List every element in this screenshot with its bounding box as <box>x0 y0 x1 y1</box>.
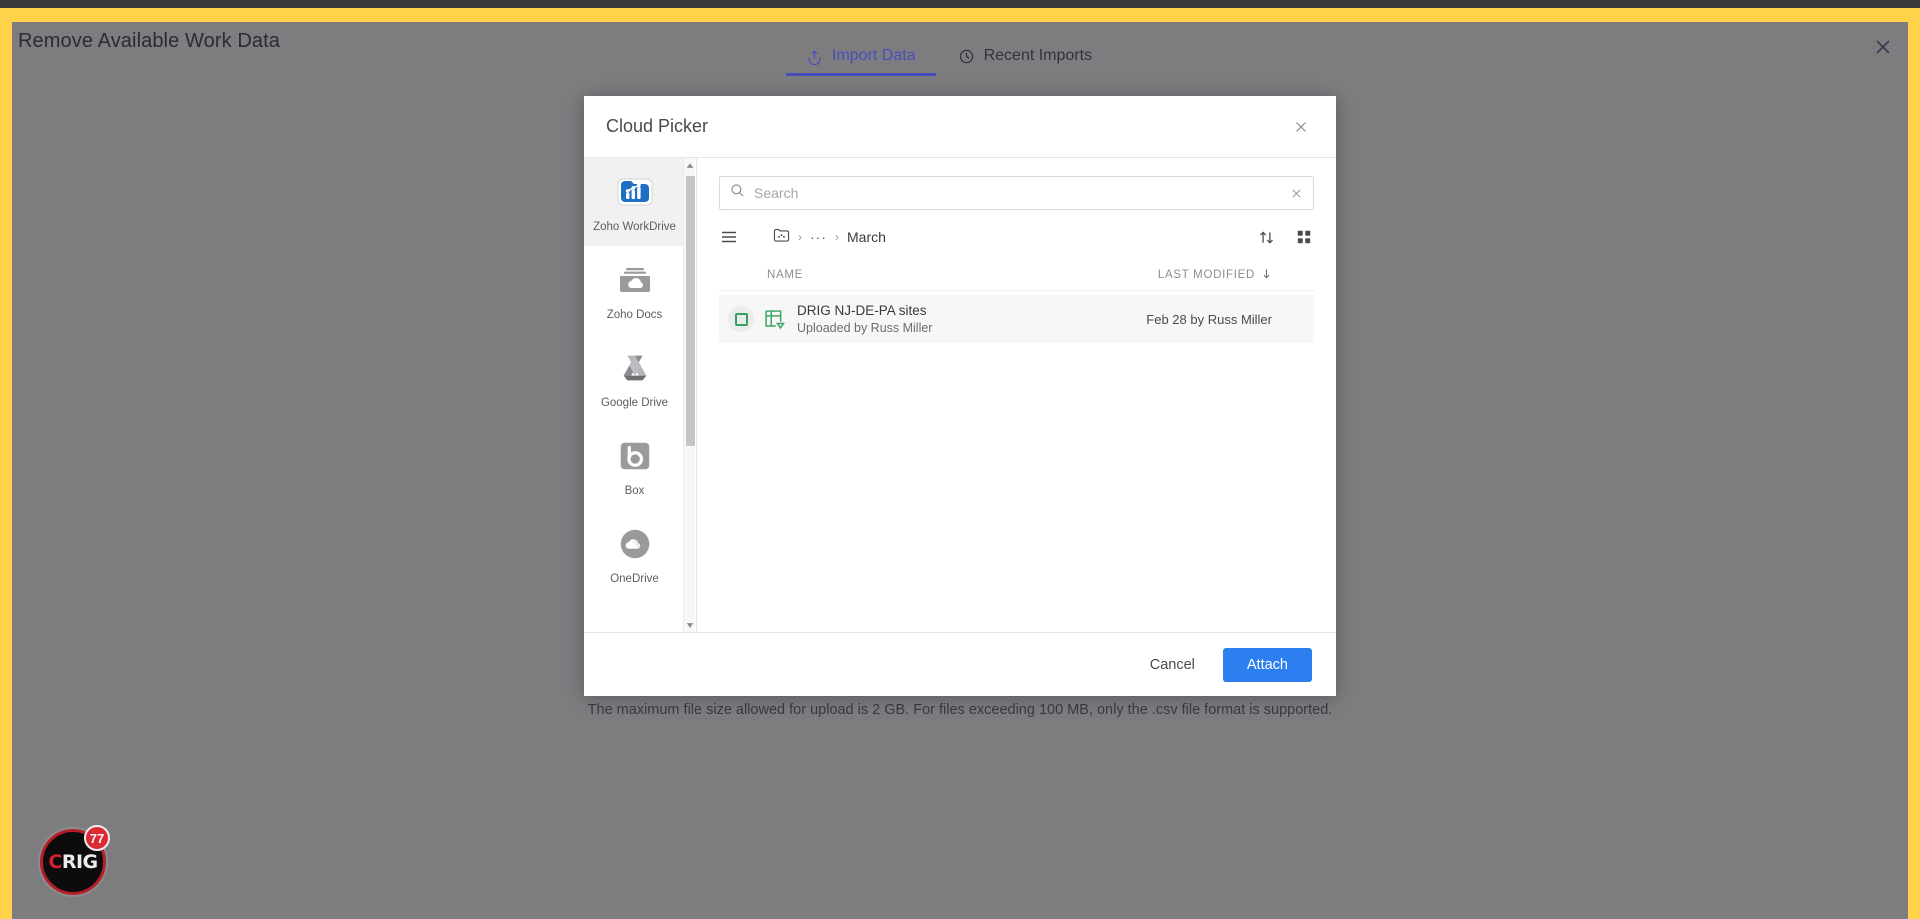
search-bar[interactable] <box>719 176 1314 210</box>
app-window: Remove Available Work Data Import Data R… <box>12 22 1908 919</box>
sidebar-item-zoho-docs[interactable]: Zoho Docs <box>584 246 685 334</box>
scrollbar-thumb[interactable] <box>686 176 695 446</box>
google-drive-icon <box>614 347 656 389</box>
cloud-picker-dialog: Cloud Picker Zoho WorkDrive Zoho Docs Go… <box>584 96 1336 696</box>
dialog-title: Cloud Picker <box>606 116 709 136</box>
file-name: DRIG NJ-DE-PA sites <box>797 303 927 318</box>
sidebar-item-google-drive-label: Google Drive <box>600 397 669 409</box>
file-select-checkbox[interactable] <box>719 306 763 332</box>
search-input[interactable] <box>754 185 1281 201</box>
cloud-service-list: Zoho WorkDrive Zoho Docs Google Drive Bo… <box>584 158 685 632</box>
sidebar-item-box[interactable]: Box <box>584 422 685 510</box>
breadcrumb-ellipsis[interactable]: ··· <box>810 229 827 245</box>
spreadsheet-icon <box>763 308 797 331</box>
breadcrumb-separator-2: › <box>835 230 839 244</box>
dialog-close-button[interactable] <box>1288 114 1314 140</box>
sidebar-scrollbar[interactable] <box>683 158 695 632</box>
column-header-last-modified[interactable]: LAST MODIFIED <box>1158 268 1272 282</box>
grid-view-icon[interactable] <box>1294 227 1314 247</box>
file-last-modified: Feb 28 by Russ Miller <box>1146 311 1272 327</box>
sort-icon[interactable] <box>1256 227 1276 247</box>
cloud-service-sidebar: Zoho WorkDrive Zoho Docs Google Drive Bo… <box>584 158 697 632</box>
clear-icon[interactable] <box>1290 187 1303 200</box>
modal-overlay: Cloud Picker Zoho WorkDrive Zoho Docs Go… <box>12 22 1908 919</box>
sidebar-item-google-drive[interactable]: Google Drive <box>584 334 685 422</box>
box-icon <box>614 435 656 477</box>
breadcrumb: › ··· › March <box>773 228 886 246</box>
file-browser-panel: › ··· › March <box>697 158 1336 632</box>
zoho-docs-icon <box>614 259 656 301</box>
table-row[interactable]: DRIG NJ-DE-PA sites Uploaded by Russ Mil… <box>719 295 1314 343</box>
zoho-workdrive-icon <box>614 171 656 213</box>
sidebar-item-zoho-workdrive-label: Zoho WorkDrive <box>593 221 676 233</box>
sidebar-item-zoho-workdrive[interactable]: Zoho WorkDrive <box>584 158 685 246</box>
column-header-name[interactable]: NAME <box>767 269 803 281</box>
scroll-down-arrow-icon[interactable] <box>684 618 696 632</box>
column-header-last-modified-label: LAST MODIFIED <box>1157 268 1255 281</box>
attach-button[interactable]: Attach <box>1222 647 1312 682</box>
arrow-down-icon <box>1261 268 1272 282</box>
file-uploader: Uploaded by Russ Miller <box>797 321 933 335</box>
sidebar-item-onedrive[interactable]: OneDrive <box>584 510 685 598</box>
sidebar-item-zoho-docs-label: Zoho Docs <box>606 309 663 321</box>
onedrive-icon <box>614 523 656 565</box>
sidebar-item-onedrive-label: OneDrive <box>610 573 659 585</box>
hamburger-icon[interactable] <box>719 227 739 247</box>
breadcrumb-separator-1: › <box>798 230 802 244</box>
checkbox-box <box>734 312 748 326</box>
breadcrumb-toolbar: › ··· › March <box>719 215 1314 259</box>
workdrive-folder-icon[interactable] <box>773 228 790 246</box>
screen: Remove Available Work Data Import Data R… <box>0 0 1920 919</box>
dialog-header: Cloud Picker <box>584 96 1336 158</box>
breadcrumb-current[interactable]: March <box>847 229 886 245</box>
file-list: DRIG NJ-DE-PA sites Uploaded by Russ Mil… <box>719 291 1314 632</box>
sidebar-item-box-label: Box <box>624 485 645 497</box>
search-icon <box>730 183 745 203</box>
file-list-header: NAME LAST MODIFIED <box>719 259 1314 291</box>
scroll-up-arrow-icon[interactable] <box>684 158 696 172</box>
browser-actions <box>1256 227 1314 247</box>
cancel-button[interactable]: Cancel <box>1144 649 1201 681</box>
dialog-footer: Cancel Attach <box>584 632 1336 696</box>
dialog-body: Zoho WorkDrive Zoho Docs Google Drive Bo… <box>584 158 1336 632</box>
checkbox-bubble <box>728 306 754 332</box>
file-meta: DRIG NJ-DE-PA sites Uploaded by Russ Mil… <box>797 303 932 335</box>
